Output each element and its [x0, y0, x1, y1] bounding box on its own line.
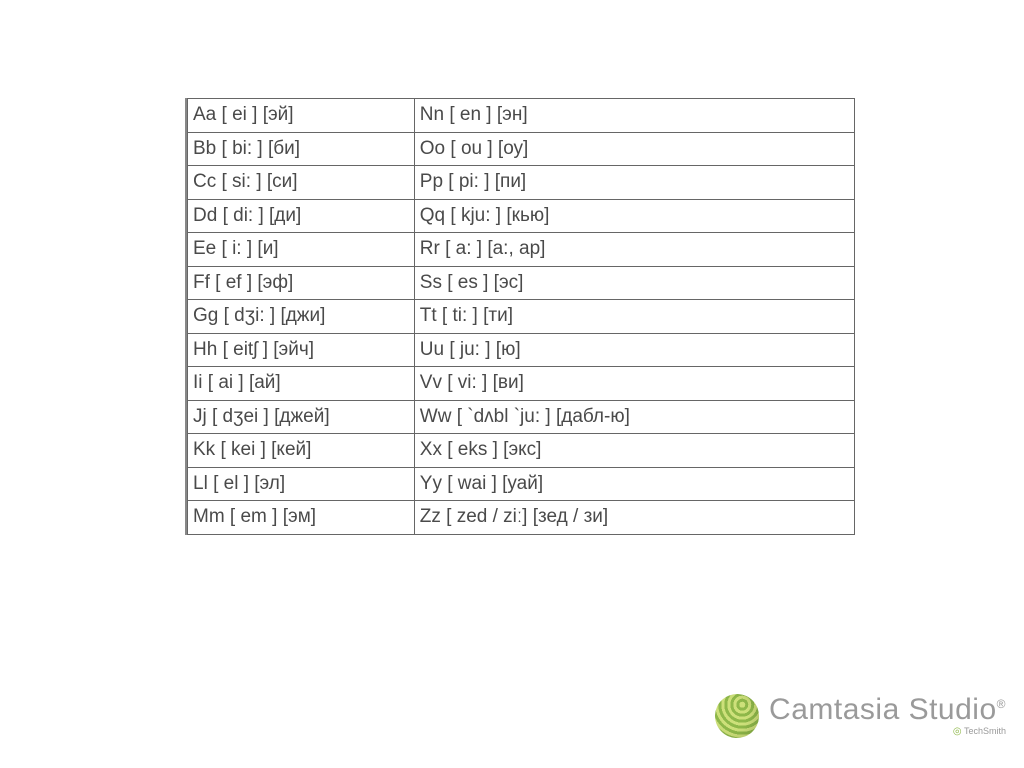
alphabet-cell-right: Ss [ es ] [эс] [414, 266, 854, 300]
alphabet-cell-right: Tt [ ti: ] [ти] [414, 300, 854, 334]
alphabet-cell-left: Gg [ dʒi: ] [джи] [188, 300, 415, 334]
alphabet-cell-left: Cc [ si: ] [си] [188, 166, 415, 200]
table-row: Bb [ bi: ] [би]Oo [ ou ] [оу] [188, 132, 855, 166]
alphabet-cell-right: Rr [ a: ] [а:, ар] [414, 233, 854, 267]
alphabet-cell-right: Qq [ kju: ] [кью] [414, 199, 854, 233]
camtasia-watermark: Camtasia Studio® ◎ TechSmith [715, 694, 1006, 738]
alphabet-cell-left: Mm [ em ] [эм] [188, 501, 415, 535]
watermark-text-block: Camtasia Studio® ◎ TechSmith [769, 695, 1006, 737]
alphabet-cell-left: Jj [ dʒei ] [джей] [188, 400, 415, 434]
alphabet-cell-left: Ll [ el ] [эл] [188, 467, 415, 501]
camtasia-logo-icon [709, 688, 765, 744]
alphabet-cell-right: Xx [ eks ] [экс] [414, 434, 854, 468]
table-row: Kk [ kei ] [кей]Xx [ eks ] [экс] [188, 434, 855, 468]
alphabet-cell-right: Pp [ pi: ] [пи] [414, 166, 854, 200]
alphabet-cell-left: Dd [ di: ] [ди] [188, 199, 415, 233]
alphabet-cell-right: Oo [ ou ] [оу] [414, 132, 854, 166]
table-row: Hh [ eitʃ ] [эйч]Uu [ ju: ] [ю] [188, 333, 855, 367]
table-row: Ee [ i: ] [и]Rr [ a: ] [а:, ар] [188, 233, 855, 267]
alphabet-table: Aa [ ei ] [эй]Nn [ en ] [эн]Bb [ bi: ] [… [187, 98, 855, 535]
alphabet-cell-right: Yy [ wai ] [уай] [414, 467, 854, 501]
table-row: Aa [ ei ] [эй]Nn [ en ] [эн] [188, 99, 855, 133]
watermark-title: Camtasia Studio® [769, 695, 1006, 725]
table-row: Ll [ el ] [эл]Yy [ wai ] [уай] [188, 467, 855, 501]
alphabet-cell-left: Ff [ ef ] [эф] [188, 266, 415, 300]
alphabet-cell-right: Vv [ vi: ] [ви] [414, 367, 854, 401]
watermark-sub-icon: ◎ [953, 726, 962, 737]
alphabet-cell-left: Hh [ eitʃ ] [эйч] [188, 333, 415, 367]
table-row: Mm [ em ] [эм]Zz [ zed / ziː] [зед / зи] [188, 501, 855, 535]
alphabet-cell-right: Nn [ en ] [эн] [414, 99, 854, 133]
table-row: Jj [ dʒei ] [джей]Ww [ `dʌbl `ju: ] [даб… [188, 400, 855, 434]
alphabet-cell-left: Ee [ i: ] [и] [188, 233, 415, 267]
table-row: Ff [ ef ] [эф]Ss [ es ] [эс] [188, 266, 855, 300]
watermark-subtitle: ◎ TechSmith [953, 727, 1006, 737]
table-row: Gg [ dʒi: ] [джи]Tt [ ti: ] [ти] [188, 300, 855, 334]
alphabet-cell-right: Zz [ zed / ziː] [зед / зи] [414, 501, 854, 535]
table-row: Dd [ di: ] [ди]Qq [ kju: ] [кью] [188, 199, 855, 233]
alphabet-cell-left: Bb [ bi: ] [би] [188, 132, 415, 166]
table-row: Ii [ ai ] [ай]Vv [ vi: ] [ви] [188, 367, 855, 401]
table-row: Cc [ si: ] [си]Pp [ pi: ] [пи] [188, 166, 855, 200]
watermark-sub-text: TechSmith [964, 726, 1006, 736]
alphabet-table-container: Aa [ ei ] [эй]Nn [ en ] [эн]Bb [ bi: ] [… [185, 98, 855, 535]
watermark-title-text: Camtasia Studio [769, 693, 997, 726]
alphabet-cell-right: Uu [ ju: ] [ю] [414, 333, 854, 367]
alphabet-cell-left: Aa [ ei ] [эй] [188, 99, 415, 133]
alphabet-cell-left: Ii [ ai ] [ай] [188, 367, 415, 401]
registered-mark: ® [997, 697, 1006, 711]
alphabet-cell-right: Ww [ `dʌbl `ju: ] [дабл-ю] [414, 400, 854, 434]
alphabet-cell-left: Kk [ kei ] [кей] [188, 434, 415, 468]
